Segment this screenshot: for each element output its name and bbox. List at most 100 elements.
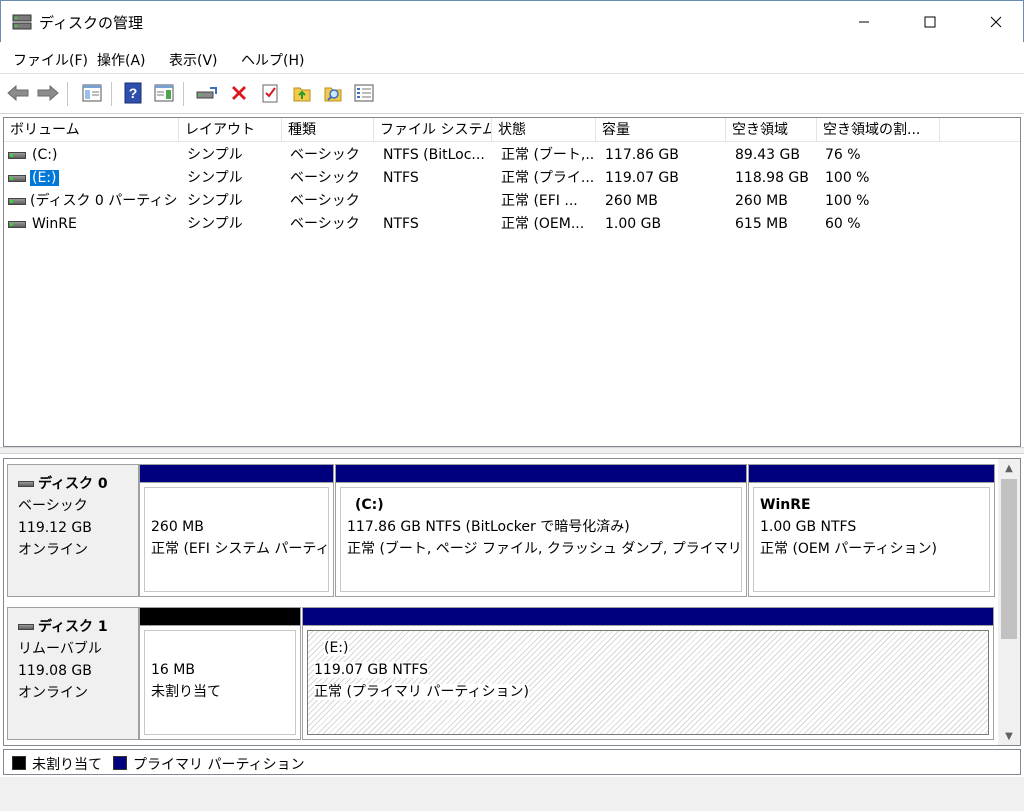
cell-type: ベーシック [290, 170, 360, 186]
search-button[interactable] [321, 81, 345, 105]
disk-0-label[interactable]: ディスク 0 ベーシック 119.12 GB オンライン [7, 464, 139, 597]
properties-icon [262, 84, 278, 103]
cell-volume: (ディスク 0 パーティショ... [30, 193, 178, 209]
menu-help[interactable]: ヘルプ(H) [241, 50, 304, 70]
cell-volume: (E:) [30, 170, 59, 186]
column-header-status[interactable]: 状態 [492, 118, 596, 142]
scroll-down-icon[interactable]: ▼ [998, 727, 1020, 745]
partition-body: (E:) 119.07 GB NTFS 正常 (プライマリ パーティション) [307, 630, 989, 735]
up-folder-icon [293, 87, 311, 102]
pane-splitter[interactable] [0, 447, 1024, 454]
show-action-pane-button[interactable] [152, 81, 176, 105]
up-one-level-button[interactable] [290, 81, 314, 105]
menu-action[interactable]: 操作(A) [97, 50, 146, 70]
menu-bar: ファイル(F) 操作(A) 表示(V) ヘルプ(H) [0, 42, 1024, 74]
window-title: ディスクの管理 [39, 14, 143, 32]
list-view-button[interactable] [352, 81, 376, 105]
partition-status: 未割り当て [151, 684, 221, 700]
properties-button[interactable] [258, 81, 282, 105]
partition-name-row: (E:) [314, 637, 988, 659]
cell-capacity: 260 MB [605, 193, 658, 209]
forward-arrow-icon [37, 85, 59, 101]
cell-filesystem [383, 190, 491, 213]
disk-state: オンライン [18, 685, 88, 701]
close-button[interactable] [973, 1, 1019, 43]
partition-bar [303, 608, 993, 626]
cell-status: 正常 (ブート,... [501, 147, 595, 163]
cell-capacity: 1.00 GB [605, 216, 662, 232]
column-header-layout[interactable]: レイアウト [179, 118, 282, 142]
legend-label-unallocated: 未割り当て [32, 757, 102, 773]
connect-virtual-disk-button[interactable] [195, 81, 219, 105]
cell-free-space: 89.43 GB [735, 147, 800, 163]
connect-drive-icon [196, 87, 217, 99]
column-header-type[interactable]: 種類 [282, 118, 374, 142]
cell-layout: シンプル [187, 170, 243, 186]
disk-size: 119.12 GB [18, 520, 92, 536]
column-header-free-percent[interactable]: 空き領域の割... [817, 118, 940, 142]
partition-size: 16 MB [151, 662, 195, 678]
partition-name: (C:) [355, 497, 384, 513]
legend-swatch-unallocated [12, 756, 26, 770]
maximize-button[interactable] [907, 1, 953, 43]
partition-bar [140, 465, 333, 483]
partition-efi[interactable]: 260 MB 正常 (EFI システム パーティシ [139, 464, 334, 597]
partition-winre[interactable]: WinRE 1.00 GB NTFS 正常 (OEM パーティション) [748, 464, 995, 597]
disk-name: ディスク 1 [38, 619, 108, 635]
partition-c[interactable]: (C:) 117.86 GB NTFS (BitLocker で暗号化済み) 正… [335, 464, 747, 597]
toolbar: ? [0, 74, 1024, 114]
partition-size: 1.00 GB NTFS [760, 519, 857, 535]
list-icon [354, 84, 374, 102]
disk-icon [18, 481, 34, 487]
cell-filesystem: NTFS [383, 170, 419, 186]
minimize-button[interactable] [841, 1, 887, 43]
table-row[interactable]: (ディスク 0 パーティショ... シンプル ベーシック 正常 (EFI ...… [4, 190, 1020, 213]
disk-graphical-view: ディスク 0 ベーシック 119.12 GB オンライン 260 MB 正常 (… [3, 458, 1021, 746]
scroll-up-icon[interactable]: ▲ [998, 459, 1020, 477]
delete-button[interactable] [227, 81, 251, 105]
maximize-icon [924, 16, 936, 28]
disk-state: オンライン [18, 542, 88, 558]
menu-file[interactable]: ファイル(F) [13, 50, 88, 70]
partition-status: 正常 (OEM パーティション) [760, 541, 937, 557]
disk-kind: リムーバブル [18, 641, 102, 657]
column-header-filesystem[interactable]: ファイル システム [374, 118, 492, 142]
disk-row-0: ディスク 0 ベーシック 119.12 GB オンライン 260 MB 正常 (… [4, 459, 998, 602]
disk-view-scrollbar[interactable]: ▲ ▼ [998, 459, 1020, 745]
table-row-selected[interactable]: (E:) シンプル ベーシック NTFS 正常 (プライ... 119.07 G… [4, 167, 1020, 190]
partition-name: (E:) [324, 640, 349, 656]
disk-1-label[interactable]: ディスク 1 リムーバブル 119.08 GB オンライン [7, 607, 139, 740]
disk-row-1: ディスク 1 リムーバブル 119.08 GB オンライン 16 MB 未割り当… [4, 602, 998, 745]
partition-unallocated[interactable]: 16 MB 未割り当て [139, 607, 301, 740]
forward-button[interactable] [36, 81, 60, 105]
toolbar-separator [183, 82, 184, 106]
cell-type: ベーシック [290, 193, 360, 209]
menu-view[interactable]: 表示(V) [169, 50, 218, 70]
partition-e-selected[interactable]: (E:) 119.07 GB NTFS 正常 (プライマリ パーティション) [302, 607, 994, 740]
legend: 未割り当て プライマリ パーティション [3, 749, 1021, 775]
partition-size: 117.86 GB NTFS (BitLocker で暗号化済み) [347, 519, 630, 535]
back-button[interactable] [6, 81, 30, 105]
svg-text:?: ? [129, 85, 138, 101]
partition-size: 260 MB [151, 519, 204, 535]
partition-status: 正常 (プライマリ パーティション) [314, 684, 529, 700]
cell-free-percent: 100 % [825, 193, 870, 209]
table-row[interactable]: WinRE シンプル ベーシック NTFS 正常 (OEM... 1.00 GB… [4, 213, 1020, 236]
partition-bar [140, 608, 300, 626]
cell-status: 正常 (OEM... [501, 216, 585, 232]
column-header-volume[interactable]: ボリューム [4, 118, 179, 142]
table-row[interactable]: (C:) シンプル ベーシック NTFS (BitLoc... 正常 (ブート,… [4, 144, 1020, 167]
partition-bar [749, 465, 994, 483]
column-header-free-space[interactable]: 空き領域 [726, 118, 817, 142]
cell-layout: シンプル [187, 216, 243, 232]
cell-free-space: 118.98 GB [735, 170, 809, 186]
action-pane-icon [154, 84, 174, 102]
show-console-tree-button[interactable] [80, 81, 104, 105]
cell-filesystem: NTFS (BitLoc... [383, 147, 485, 163]
column-header-capacity[interactable]: 容量 [596, 118, 726, 142]
scroll-thumb[interactable] [1001, 479, 1017, 639]
partition-name: WinRE [760, 497, 811, 513]
partition-status: 正常 (EFI システム パーティシ [151, 541, 329, 557]
help-button[interactable]: ? [121, 81, 145, 105]
partition-bar [336, 465, 746, 483]
